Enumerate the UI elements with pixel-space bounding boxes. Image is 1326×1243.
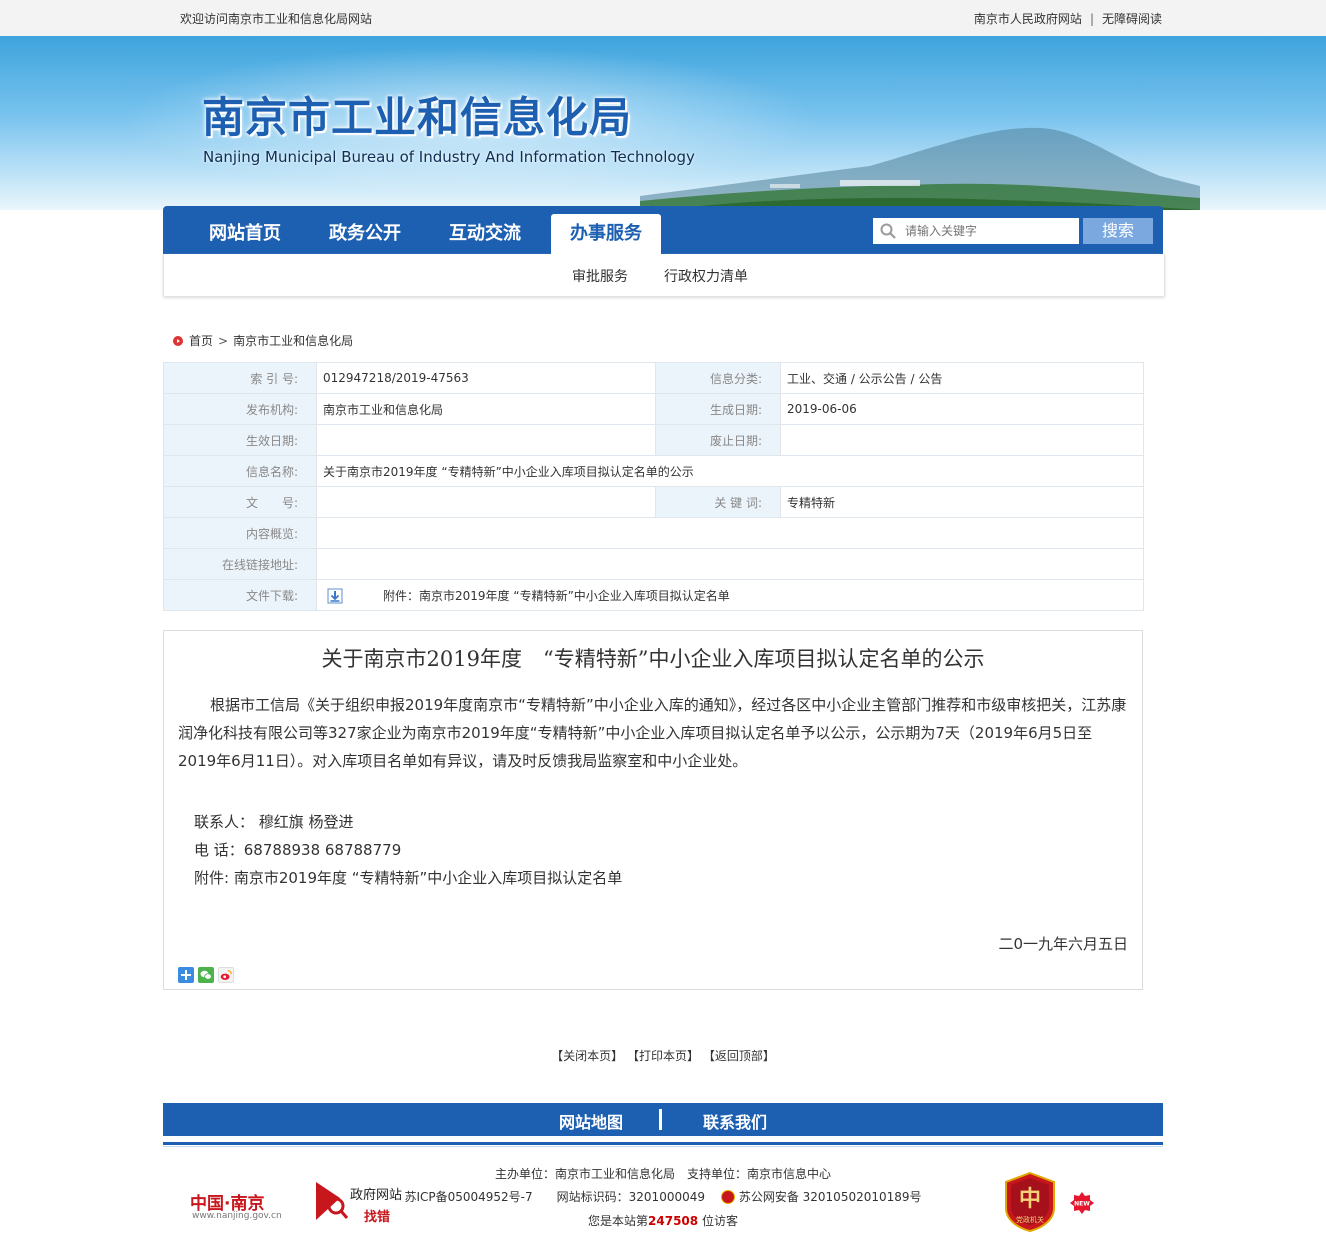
search-button[interactable]: 搜索 (1083, 218, 1153, 244)
sub-nav: 审批服务 行政权力清单 (163, 254, 1165, 296)
effective-date-label: 生效日期: (163, 424, 317, 456)
overview-value (316, 517, 1144, 549)
weibo-icon[interactable] (218, 967, 234, 983)
table-row: 内容概览: (163, 517, 1144, 549)
article-attachment: 附件: 南京市2019年度 “专精特新”中小企业入库项目拟认定名单 (194, 869, 623, 887)
top-links: 南京市人民政府网站 | 无障碍阅读 (974, 10, 1162, 27)
search-input[interactable] (905, 220, 1073, 242)
share-bar (178, 967, 238, 983)
table-row: 索 引 号: 012947218/2019-47563 信息分类: 工业、交通 … (163, 362, 1144, 394)
footer-divider (659, 1109, 662, 1130)
breadcrumb: 首页 > 南京市工业和信息化局 (173, 332, 353, 349)
publisher-label: 发布机构: (163, 393, 317, 425)
contact-us-link[interactable]: 联系我们 (703, 1109, 767, 1133)
table-row: 发布机构: 南京市工业和信息化局 生成日期: 2019-06-06 (163, 393, 1144, 425)
doc-number-label: 文 号: (163, 486, 317, 518)
article-body: 根据市工信局《关于组织申报2019年度南京市“专精特新”中小企业入库的通知》，经… (178, 696, 1127, 770)
table-row: 文件下载: 附件：南京市2019年度 “专精特新”中小企业入库项目拟认定名单 (163, 579, 1144, 611)
table-row: 生效日期: 废止日期: (163, 424, 1144, 456)
site-title-en: Nanjing Municipal Bureau of Industry And… (203, 148, 695, 166)
footer-line-thin (163, 1146, 1163, 1147)
site-title-cn: 南京市工业和信息化局 (202, 93, 633, 142)
table-row: 信息名称: 关于南京市2019年度 “专精特新”中小企业入库项目拟认定名单的公示 (163, 455, 1144, 487)
online-link-label: 在线链接地址: (163, 548, 317, 580)
gen-date-label: 生成日期: (655, 393, 781, 425)
subnav-item-power-list[interactable]: 行政权力清单 (664, 266, 748, 286)
abolish-date-label: 废止日期: (655, 424, 781, 456)
effective-date-value (316, 424, 656, 456)
article-phone: 电 话：68788938 68788779 (194, 841, 402, 859)
new-badge-text: NEW (1074, 1201, 1090, 1208)
nav-item-services[interactable]: 办事服务 (551, 214, 661, 254)
footer-line (163, 1142, 1163, 1145)
footer-host-text: 主办单位：南京市工业和信息化局 支持单位：南京市信息中心 (494, 1167, 831, 1181)
file-download-cell: 附件：南京市2019年度 “专精特新”中小企业入库项目拟认定名单 (316, 579, 1144, 611)
overview-label: 内容概览: (163, 517, 317, 549)
visitor-count: 247508 (648, 1214, 699, 1228)
main-nav: 网站首页 政务公开 互动交流 办事服务 搜索 (163, 206, 1163, 254)
article-date: 二0一九年六月五日 (998, 935, 1128, 953)
category-label: 信息分类: (655, 362, 781, 394)
abolish-date-value (780, 424, 1144, 456)
new-badge-icon: NEW (1070, 1192, 1094, 1214)
svg-text:中: 中 (1019, 1186, 1041, 1212)
nav-item-home[interactable]: 网站首页 (189, 206, 301, 254)
nav-item-gov-affairs[interactable]: 政务公开 (309, 206, 421, 254)
header-banner: 南京市工业和信息化局 Nanjing Municipal Bureau of I… (0, 36, 1326, 210)
breadcrumb-home[interactable]: 首页 (189, 334, 213, 348)
file-download-label: 文件下载: (163, 579, 317, 611)
publisher-value: 南京市工业和信息化局 (316, 393, 656, 425)
landscape-illustration (640, 127, 1200, 210)
attachment-link[interactable]: 附件：南京市2019年度 “专精特新”中小企业入库项目拟认定名单 (383, 589, 730, 603)
info-table: 索 引 号: 012947218/2019-47563 信息分类: 工业、交通 … (163, 362, 1144, 611)
doc-number-value (316, 486, 656, 518)
search-icon (880, 223, 896, 239)
print-page-link[interactable]: 【打印本页】 (627, 1049, 699, 1063)
keyword-value: 专精特新 (780, 486, 1144, 518)
breadcrumb-current[interactable]: 南京市工业和信息化局 (233, 334, 353, 348)
table-row: 在线链接地址: (163, 548, 1144, 580)
footer-icp-line: 苏ICP备05004952号-7 网站标识码：3201000049 苏公网安备 … (0, 1188, 1326, 1205)
sitemap-link[interactable]: 网站地图 (559, 1109, 623, 1133)
police-record[interactable]: 苏公网安备 32010502010189号 (720, 1190, 922, 1204)
info-name-label: 信息名称: (163, 455, 317, 487)
gov-site-link[interactable]: 南京市人民政府网站 (974, 12, 1082, 26)
article: 关于南京市2019年度 “专精特新”中小企业入库项目拟认定名单的公示 根据市工信… (163, 630, 1143, 990)
category-value: 工业、交通 / 公示公告 / 公告 (780, 362, 1144, 394)
breadcrumb-chevron-icon: > (218, 334, 229, 348)
online-link-value (316, 548, 1144, 580)
table-row: 文 号: 关 键 词: 专精特新 (163, 486, 1144, 518)
article-contact: 联系人： 穆红旗 杨登进 (194, 813, 354, 831)
top-strip: 欢迎访问南京市工业和信息化局网站 南京市人民政府网站 | 无障碍阅读 (0, 0, 1326, 36)
police-record-text: 苏公网安备 32010502010189号 (738, 1190, 922, 1204)
accessible-reading-link[interactable]: 无障碍阅读 (1102, 12, 1162, 26)
welcome-text: 欢迎访问南京市工业和信息化局网站 (180, 12, 373, 26)
gen-date-value: 2019-06-06 (780, 393, 1144, 425)
footer-icp-text[interactable]: 苏ICP备05004952号-7 网站标识码：3201000049 (404, 1190, 705, 1204)
page-actions: 【关闭本页】 【打印本页】 【返回顶部】 (0, 1047, 1326, 1064)
police-badge-icon (720, 1190, 735, 1204)
visitor-suffix: 位访客 (698, 1214, 738, 1228)
article-title: 关于南京市2019年度 “专精特新”中小企业入库项目拟认定名单的公示 (321, 647, 985, 671)
download-icon[interactable] (327, 588, 343, 604)
visitor-prefix: 您是本站第 (588, 1214, 649, 1228)
info-name-value: 关于南京市2019年度 “专精特新”中小企业入库项目拟认定名单的公示 (316, 455, 1144, 487)
nav-item-interaction[interactable]: 互动交流 (429, 206, 541, 254)
index-label: 索 引 号: (163, 362, 317, 394)
back-to-top-link[interactable]: 【返回顶部】 (703, 1049, 775, 1063)
footer-bar: 网站地图 联系我们 (163, 1103, 1163, 1136)
close-page-link[interactable]: 【关闭本页】 (551, 1049, 623, 1063)
badge-text: 党政机关 (1016, 1215, 1044, 1224)
visitor-counter: 您是本站第247508 位访客 (0, 1212, 1326, 1229)
breadcrumb-icon (173, 336, 183, 346)
subnav-item-approval[interactable]: 审批服务 (572, 266, 628, 286)
keyword-label: 关 键 词: (655, 486, 781, 518)
top-separator: | (1089, 12, 1094, 26)
wechat-icon[interactable] (198, 967, 214, 983)
index-value: 012947218/2019-47563 (316, 362, 656, 394)
share-more-icon[interactable] (178, 967, 194, 983)
party-gov-badge-icon[interactable]: 中 党政机关 (1004, 1172, 1056, 1232)
search-box (873, 218, 1079, 244)
